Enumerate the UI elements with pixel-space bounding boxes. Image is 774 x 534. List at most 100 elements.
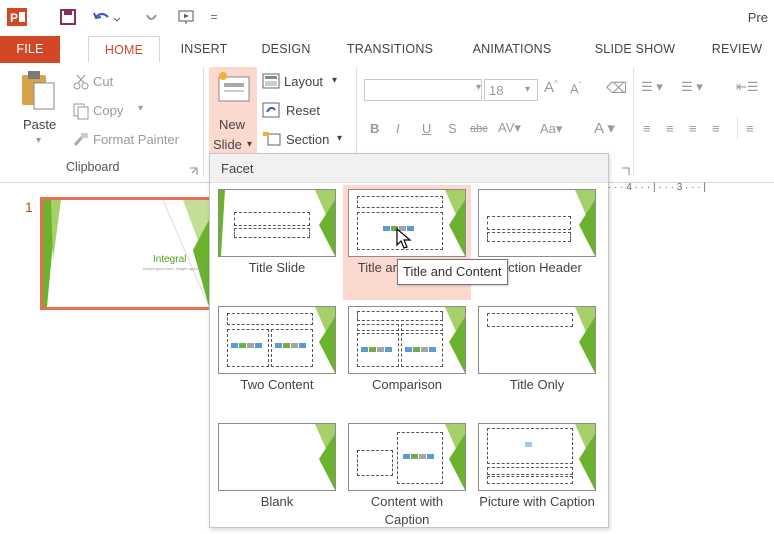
cut-icon[interactable]	[72, 73, 90, 94]
tab-slide-show[interactable]: SLIDE SHOW	[580, 36, 690, 63]
italic-icon[interactable]: I	[396, 121, 400, 136]
align-right-icon[interactable]: ≡	[689, 121, 697, 136]
layout-label: Two Content	[240, 377, 314, 392]
divider	[737, 117, 738, 139]
layout-label: Blank	[260, 494, 294, 509]
decrease-indent-icon[interactable]: ⇤☰	[736, 79, 759, 95]
shadow-icon[interactable]: S	[448, 121, 457, 136]
tab-transitions[interactable]: TRANSITIONS	[334, 36, 446, 63]
mouse-pointer-icon	[396, 227, 412, 253]
font-name-dropdown-icon[interactable]: ▾	[476, 82, 481, 93]
align-left-icon[interactable]: ≡	[643, 121, 651, 136]
section-icon[interactable]	[262, 131, 282, 150]
gallery-theme-name: Facet	[221, 161, 254, 176]
layout-label: Content with Caption	[370, 494, 444, 527]
layout-label: Title Slide	[248, 260, 306, 275]
copy-icon[interactable]	[72, 102, 90, 123]
layout-picture-with-caption[interactable]: Picture with Caption	[473, 419, 601, 534]
numbering-icon[interactable]: ☰ ▾	[681, 79, 703, 95]
reset-button[interactable]: Reset	[286, 103, 320, 118]
justify-icon[interactable]: ≡	[712, 121, 720, 136]
copy-button[interactable]: Copy	[93, 103, 123, 118]
layout-blank[interactable]: Blank	[213, 419, 341, 534]
new-slide-button[interactable]: New Slide ▾	[209, 67, 257, 157]
tab-animations[interactable]: ANIMATIONS	[460, 36, 564, 63]
layout-thumbnail	[218, 189, 336, 257]
format-painter-button[interactable]: Format Painter	[93, 132, 179, 147]
decrease-font-size-icon[interactable]: Aˇ	[570, 81, 581, 96]
font-color-icon[interactable]: A ▾	[594, 119, 615, 137]
layout-dropdown-icon[interactable]: ▾	[332, 75, 337, 86]
paste-button[interactable]: Paste	[23, 117, 56, 132]
layout-label: Comparison	[371, 377, 443, 392]
save-icon[interactable]	[58, 8, 78, 26]
slide-thumbnail[interactable]: Integral Insight goes here, insight appe…	[40, 197, 212, 310]
layout-label: Picture with Caption	[479, 494, 595, 509]
layout-label: Title Only	[509, 377, 565, 392]
character-spacing-icon[interactable]: AV▾	[498, 120, 521, 136]
start-from-beginning-icon[interactable]	[176, 8, 198, 26]
layout-gallery: Facet Title Slide Title and Content Sect…	[209, 153, 609, 528]
tab-insert[interactable]: INSERT	[170, 36, 238, 63]
font-size-field[interactable]: 18 ▾	[484, 79, 538, 101]
align-center-icon[interactable]: ≡	[666, 121, 674, 136]
layout-thumbnail	[348, 306, 466, 374]
layout-title-slide[interactable]: Title Slide	[213, 185, 341, 300]
customize-qat-icon[interactable]: =	[208, 8, 220, 26]
slide-thumbnails-pane: 1 Integral Insight goes here, insight ap…	[0, 183, 212, 528]
format-painter-icon[interactable]	[72, 131, 90, 152]
clipboard-launcher-icon[interactable]	[189, 164, 198, 179]
section-button[interactable]: Section	[286, 132, 329, 147]
copy-dropdown-icon[interactable]: ▾	[138, 103, 143, 114]
cut-button[interactable]: Cut	[93, 74, 113, 89]
layout-thumbnail	[478, 306, 596, 374]
new-slide-label-line1: New	[219, 117, 246, 132]
layout-content-with-caption[interactable]: Content with Caption	[343, 419, 471, 534]
layout-two-content[interactable]: Two Content	[213, 302, 341, 417]
tab-home[interactable]: HOME	[88, 36, 160, 63]
svg-text:P: P	[10, 11, 18, 25]
tab-review[interactable]: REVIEW	[704, 36, 770, 63]
layout-thumbnail	[218, 423, 336, 491]
paste-dropdown-icon[interactable]: ▾	[36, 135, 41, 146]
change-case-icon[interactable]: Aa▾	[540, 121, 562, 137]
section-dropdown-icon[interactable]: ▾	[337, 133, 342, 144]
clear-formatting-icon[interactable]: ⌫	[606, 79, 627, 97]
layout-thumbnail	[218, 306, 336, 374]
layout-tooltip: Title and Content	[397, 259, 508, 285]
slide-title-text: Integral	[153, 254, 187, 265]
paste-icon[interactable]	[20, 69, 60, 114]
layout-comparison[interactable]: Comparison	[343, 302, 471, 417]
gallery-header: Facet	[210, 154, 608, 183]
font-name-field[interactable]	[364, 79, 482, 101]
slide-number: 1	[25, 199, 33, 215]
slide-subtitle-text: Insight goes here, insight appear	[143, 266, 202, 271]
layout-icon[interactable]	[262, 73, 280, 92]
bold-icon[interactable]: B	[370, 121, 379, 136]
layout-thumbnail	[478, 423, 596, 491]
layout-thumbnail	[478, 189, 596, 257]
layout-title-only[interactable]: Title Only	[473, 302, 601, 417]
group-divider	[203, 67, 204, 177]
reset-icon[interactable]	[262, 102, 280, 121]
new-slide-label-line2: Slide	[213, 137, 242, 152]
undo-icon[interactable]	[92, 8, 120, 26]
group-divider	[633, 67, 634, 177]
quick-access-toolbar: P = Pre	[0, 0, 774, 36]
increase-font-size-icon[interactable]: A^	[544, 79, 558, 96]
underline-icon[interactable]: U	[422, 121, 431, 136]
font-size-value: 18	[489, 83, 504, 98]
redo-icon[interactable]	[142, 8, 160, 26]
ribbon-tabs: FILE HOME INSERT DESIGN TRANSITIONS ANIM…	[0, 36, 774, 64]
font-launcher-icon[interactable]	[621, 164, 630, 179]
powerpoint-icon[interactable]: P	[6, 8, 28, 26]
layout-button[interactable]: Layout	[284, 74, 323, 89]
window-title: Pre	[747, 10, 768, 25]
tab-design[interactable]: DESIGN	[250, 36, 322, 63]
strikethrough-icon[interactable]: abc	[470, 123, 488, 135]
bullets-icon[interactable]: ☰ ▾	[641, 79, 663, 95]
clipboard-group-label: Clipboard	[66, 160, 120, 174]
horizontal-ruler: · · · 4 · · · | · · · 3 · · · |	[608, 182, 706, 193]
tab-file[interactable]: FILE	[0, 36, 60, 63]
columns-icon[interactable]: ≡	[746, 121, 754, 136]
